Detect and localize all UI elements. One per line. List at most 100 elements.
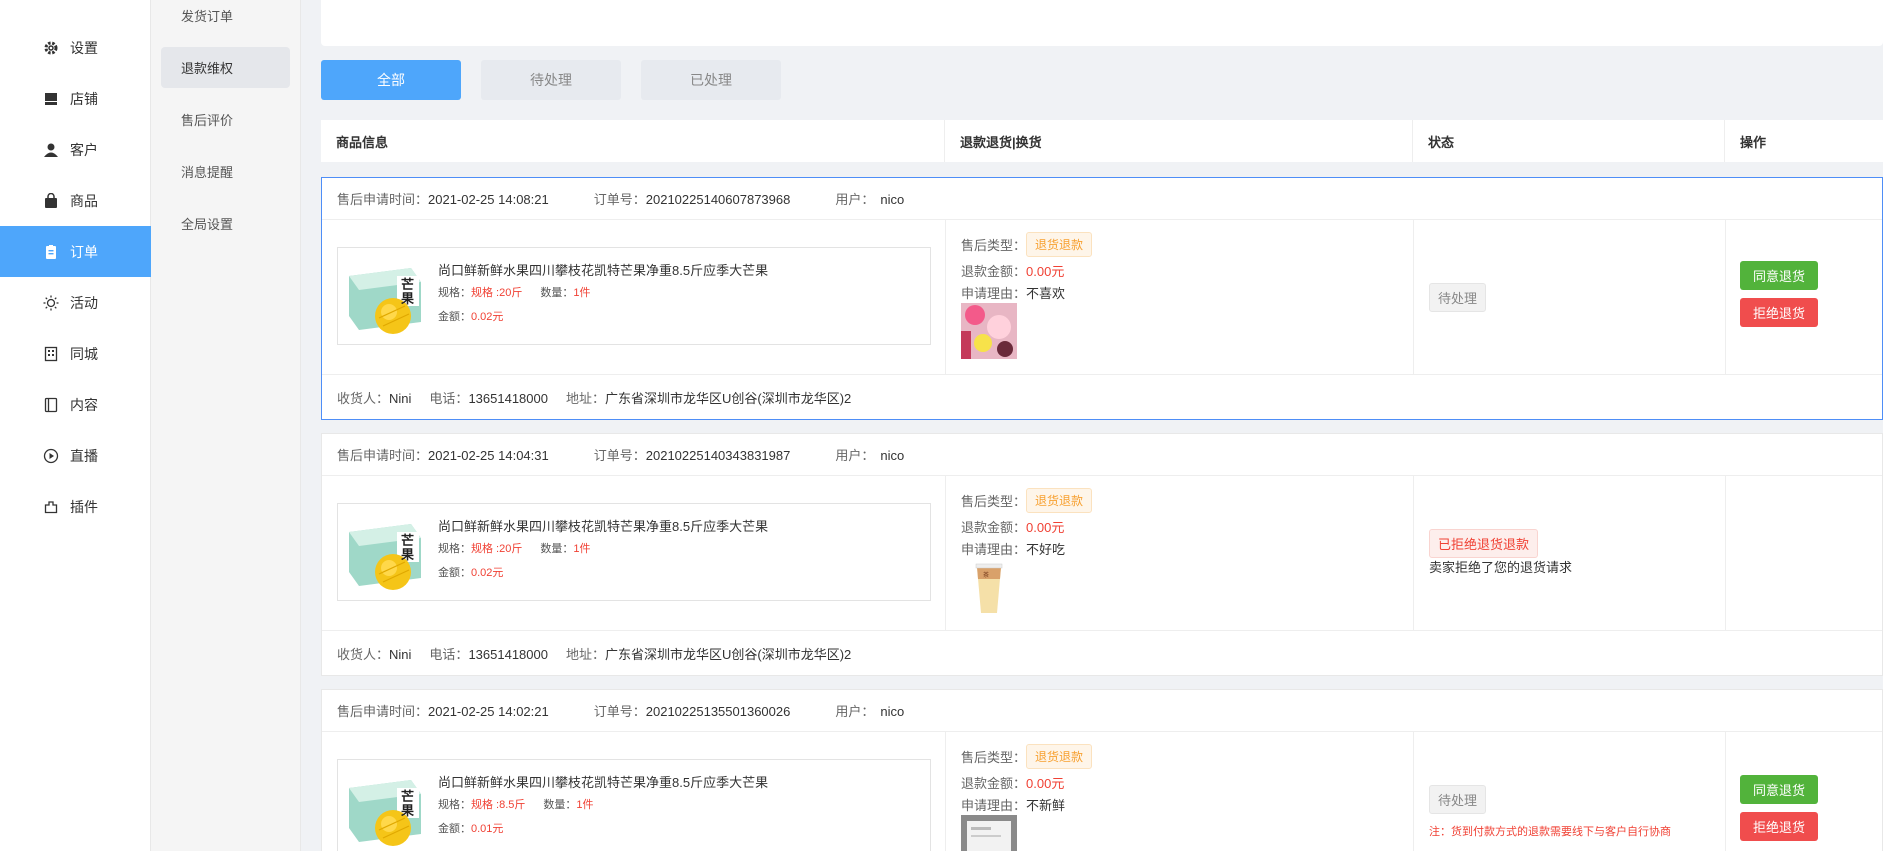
agree-return-button[interactable]: 同意退货	[1740, 261, 1818, 290]
reject-return-button[interactable]: 拒绝退货	[1740, 298, 1818, 327]
product-title: 尚口鲜新鲜水果四川攀枝花凯特芒果净重8.5斤应季大芒果	[438, 775, 769, 790]
status-badge: 待处理	[1429, 785, 1487, 814]
phone-label: 电话：	[429, 646, 469, 662]
tab-pending[interactable]: 待处理	[481, 60, 621, 100]
after-type-badge: 退货退款	[1026, 744, 1093, 769]
order-header: 售后申请时间：2021-02-25 14:02:21 订单号：202102251…	[322, 690, 1882, 732]
header-status: 状态	[1413, 120, 1725, 162]
refund-amount: 0.00元	[1026, 776, 1065, 791]
subnav-item-refunds[interactable]: 退款维权	[161, 47, 290, 88]
qty-label: 数量：	[540, 287, 574, 299]
receiver-address: 广东省深圳市龙华区U创谷(深圳市龙华区)2	[604, 646, 852, 662]
refund-evidence-image[interactable]: 茶	[961, 559, 1017, 615]
refund-evidence-image[interactable]	[961, 303, 1017, 359]
subnav-item-global-settings[interactable]: 全局设置	[161, 203, 290, 244]
amount-label: 金额：	[438, 823, 471, 835]
nav-item-goods[interactable]: 商品	[0, 175, 151, 226]
nav-item-customer[interactable]: 客户	[0, 124, 151, 175]
refund-amount: 0.00元	[1026, 520, 1065, 535]
product-thumbnail: 芒果	[345, 258, 425, 338]
book-icon	[42, 396, 60, 414]
receiver-address: 广东省深圳市龙华区U创谷(深圳市龙华区)2	[604, 390, 852, 406]
tab-processed[interactable]: 已处理	[641, 60, 781, 100]
refund-amount-label: 退款金额：	[961, 776, 1027, 791]
nav-item-store[interactable]: 店铺	[0, 73, 151, 124]
nav-label-content: 内容	[70, 396, 98, 413]
product-card[interactable]: 芒果 尚口鲜新鲜水果四川攀枝花凯特芒果净重8.5斤应季大芒果 规格：规格 :20…	[337, 503, 931, 601]
nav-item-city[interactable]: 同城	[0, 328, 151, 379]
receiver-name: Nini	[389, 646, 412, 662]
nav-item-plugin[interactable]: 插件	[0, 481, 151, 532]
nav-label-goods: 商品	[70, 192, 98, 209]
apply-time-label: 售后申请时间：	[337, 704, 429, 719]
receiver-phone: 13651418000	[468, 646, 548, 662]
order-card[interactable]: 售后申请时间：2021-02-25 14:02:21 订单号：202102251…	[321, 689, 1883, 851]
user-label: 用户：	[835, 448, 875, 463]
order-card[interactable]: 售后申请时间：2021-02-25 14:08:21 订单号：202102251…	[321, 177, 1883, 420]
order-number: 20210225140607873968	[645, 192, 791, 207]
receiver-phone: 13651418000	[468, 390, 548, 406]
spec-label: 规格：	[438, 543, 471, 555]
main-nav: 设置 店铺 客户 商品 订单 活动 同城 内容 直播 插件	[0, 0, 151, 851]
nav-item-orders[interactable]: 订单	[0, 226, 151, 277]
product-amount: 0.02元	[471, 311, 504, 323]
nav-label-activity: 活动	[70, 294, 98, 311]
clipboard-icon	[42, 243, 60, 261]
header-product-info: 商品信息	[321, 120, 945, 162]
order-card[interactable]: 售后申请时间：2021-02-25 14:04:31 订单号：202102251…	[321, 433, 1883, 676]
order-footer: 收货人：Nini 电话：13651418000 地址：广东省深圳市龙华区U创谷(…	[322, 631, 1882, 675]
apply-time: 2021-02-25 14:04:31	[428, 448, 549, 463]
reason-label: 申请理由：	[961, 542, 1027, 557]
nav-item-activity[interactable]: 活动	[0, 277, 151, 328]
refund-amount-label: 退款金额：	[961, 264, 1027, 279]
receiver-name: Nini	[389, 390, 412, 406]
nav-item-content[interactable]: 内容	[0, 379, 151, 430]
spec-label: 规格：	[438, 799, 471, 811]
product-spec: 规格 :20斤	[471, 543, 523, 555]
reason-label: 申请理由：	[961, 798, 1027, 813]
thumb-text: 芒果	[401, 277, 415, 306]
product-qty: 1件	[573, 543, 591, 555]
nav-label-plugin: 插件	[70, 498, 98, 515]
header-actions: 操作	[1740, 134, 1767, 150]
product-amount: 0.02元	[471, 567, 504, 579]
status-warning: 注：货到付款方式的退款需要线下与客户自行协商	[1429, 826, 1671, 838]
nav-item-settings[interactable]: 设置	[0, 22, 151, 73]
product-title: 尚口鲜新鲜水果四川攀枝花凯特芒果净重8.5斤应季大芒果	[438, 519, 769, 534]
refund-evidence-image[interactable]	[961, 815, 1017, 851]
after-type-label: 售后类型：	[961, 238, 1027, 253]
subnav-item-reviews[interactable]: 售后评价	[161, 99, 290, 140]
agree-return-button[interactable]: 同意退货	[1740, 775, 1818, 804]
status-badge: 已拒绝退货退款	[1429, 529, 1539, 558]
status-badge: 待处理	[1429, 283, 1487, 312]
address-label: 地址：	[565, 646, 605, 662]
nav-label-store: 店铺	[70, 90, 98, 107]
tab-all[interactable]: 全部	[321, 60, 461, 100]
product-amount: 0.01元	[471, 823, 504, 835]
filter-panel	[321, 0, 1883, 46]
receiver-label: 收货人：	[337, 646, 390, 662]
user-label: 用户：	[835, 192, 875, 207]
product-card[interactable]: 芒果 尚口鲜新鲜水果四川攀枝花凯特芒果净重8.5斤应季大芒果 规格：规格 :20…	[337, 247, 931, 345]
thumb-text: 芒果	[401, 533, 415, 562]
product-qty: 1件	[573, 287, 591, 299]
product-spec: 规格 :20斤	[471, 287, 523, 299]
plugin-icon	[42, 498, 60, 516]
after-type-badge: 退货退款	[1026, 232, 1093, 257]
nav-item-live[interactable]: 直播	[0, 430, 151, 481]
subnav-item-messages[interactable]: 消息提醒	[161, 151, 290, 192]
subnav-item-shipping-orders[interactable]: 发货订单	[161, 0, 290, 36]
refund-reason: 不好吃	[1026, 542, 1066, 557]
after-type-badge: 退货退款	[1026, 488, 1093, 513]
phone-label: 电话：	[429, 390, 469, 406]
order-header: 售后申请时间：2021-02-25 14:04:31 订单号：202102251…	[322, 434, 1882, 476]
refund-reason: 不喜欢	[1026, 286, 1066, 301]
amount-label: 金额：	[438, 311, 471, 323]
sub-nav: 发货订单 退款维权 售后评价 消息提醒 全局设置	[151, 0, 301, 851]
product-card[interactable]: 芒果 尚口鲜新鲜水果四川攀枝花凯特芒果净重8.5斤应季大芒果 规格：规格 :8.…	[337, 759, 931, 851]
refund-reason: 不新鲜	[1026, 798, 1066, 813]
order-footer: 收货人：Nini 电话：13651418000 地址：广东省深圳市龙华区U创谷(…	[322, 375, 1882, 419]
user-name: nico	[880, 192, 905, 207]
reject-return-button[interactable]: 拒绝退货	[1740, 812, 1818, 841]
table-header: 商品信息 退款退货|换货 状态 操作	[321, 120, 1883, 162]
